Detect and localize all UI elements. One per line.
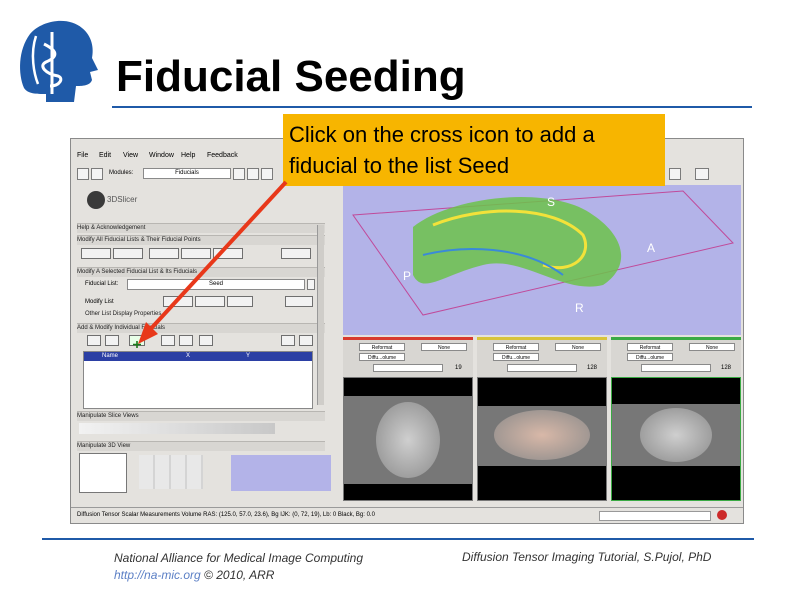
footer-link[interactable]: http://na-mic.org	[114, 568, 201, 582]
footer-org: National Alliance for Medical Image Comp…	[114, 551, 364, 565]
pointer-arrow-line	[144, 180, 288, 336]
arrow-overlay	[138, 180, 288, 344]
footer-copyright: © 2010, ARR	[204, 568, 275, 582]
footer-divider	[42, 538, 754, 540]
footer-line2: http://na-mic.org © 2010, ARR	[114, 567, 363, 584]
footer-right: Diffusion Tensor Imaging Tutorial, S.Puj…	[462, 550, 712, 564]
footer-left: National Alliance for Medical Image Comp…	[114, 550, 363, 584]
